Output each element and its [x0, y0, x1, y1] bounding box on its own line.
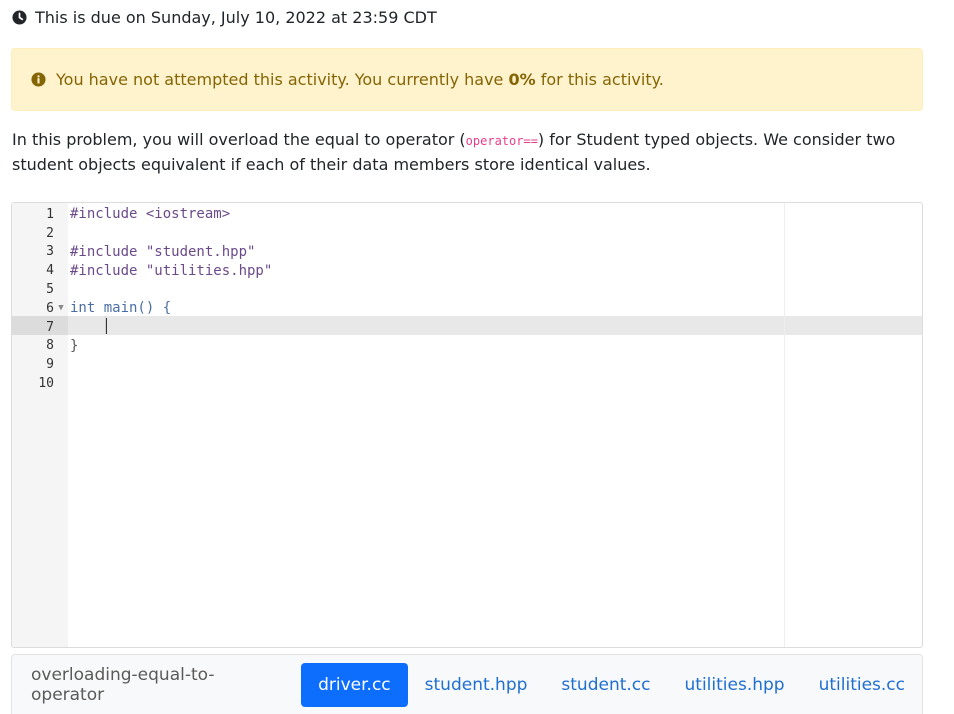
line-number: 8	[46, 338, 54, 354]
due-date-line: This is due on Sunday, July 10, 2022 at …	[12, 7, 437, 27]
file-tabs: overloading-equal-to-operator driver.cc …	[11, 654, 923, 714]
code-line[interactable]: 8 }	[12, 337, 922, 356]
code-text[interactable]: }	[68, 338, 78, 354]
line-number: 1	[46, 206, 54, 222]
line-number: 2	[46, 225, 54, 241]
code-text[interactable]: #include <iostream>	[68, 206, 230, 222]
problem-description: In this problem, you will overload the e…	[12, 130, 896, 174]
code-text[interactable]: int main() {	[68, 300, 171, 316]
alert-score: 0%	[508, 70, 536, 89]
code-line[interactable]: 9	[12, 355, 922, 374]
activity-title: overloading-equal-to-operator	[31, 664, 215, 705]
code-line[interactable]: 6 ▼ int main() {	[12, 299, 922, 318]
code-editor[interactable]: 1 #include <iostream> 2 3 #include "stud…	[11, 202, 923, 648]
code-text[interactable]: #include "student.hpp"	[68, 244, 255, 260]
tab-student-cc[interactable]: student.cc	[544, 663, 667, 707]
clock-icon	[12, 9, 27, 25]
code-line[interactable]: 2	[12, 224, 922, 243]
tab-student-hpp[interactable]: student.hpp	[408, 663, 545, 707]
tab-utilities-cc[interactable]: utilities.cc	[802, 663, 922, 707]
operator-code: operator==	[465, 134, 538, 148]
code-line[interactable]: 10	[12, 374, 922, 393]
info-circle-icon	[31, 72, 46, 87]
fold-arrow-icon[interactable]: ▼	[54, 303, 68, 313]
code-line[interactable]: 3 #include "student.hpp"	[12, 243, 922, 262]
code-line[interactable]: 5	[12, 280, 922, 299]
indent-guide	[70, 316, 106, 335]
line-number: 9	[46, 357, 54, 373]
code-line[interactable]: 4 #include "utilities.hpp"	[12, 261, 922, 280]
line-number: 7	[46, 319, 54, 335]
code-line[interactable]: 1 #include <iostream>	[12, 205, 922, 224]
attempt-alert: You have not attempted this activity. Yo…	[11, 48, 923, 111]
due-date-text: This is due on Sunday, July 10, 2022 at …	[35, 7, 437, 27]
tab-driver-cc[interactable]: driver.cc	[301, 662, 408, 707]
code-line[interactable]: 7	[12, 316, 922, 338]
code-text[interactable]: #include "utilities.hpp"	[68, 263, 272, 279]
line-number: 6	[46, 300, 54, 316]
text-cursor	[106, 318, 107, 335]
line-number: 10	[38, 376, 54, 392]
line-number: 3	[46, 244, 54, 260]
tab-utilities-hpp[interactable]: utilities.hpp	[668, 663, 802, 707]
alert-message: You have not attempted this activity. Yo…	[56, 70, 664, 89]
code-text[interactable]	[68, 316, 107, 338]
line-number: 4	[46, 263, 54, 279]
line-number: 5	[46, 282, 54, 298]
